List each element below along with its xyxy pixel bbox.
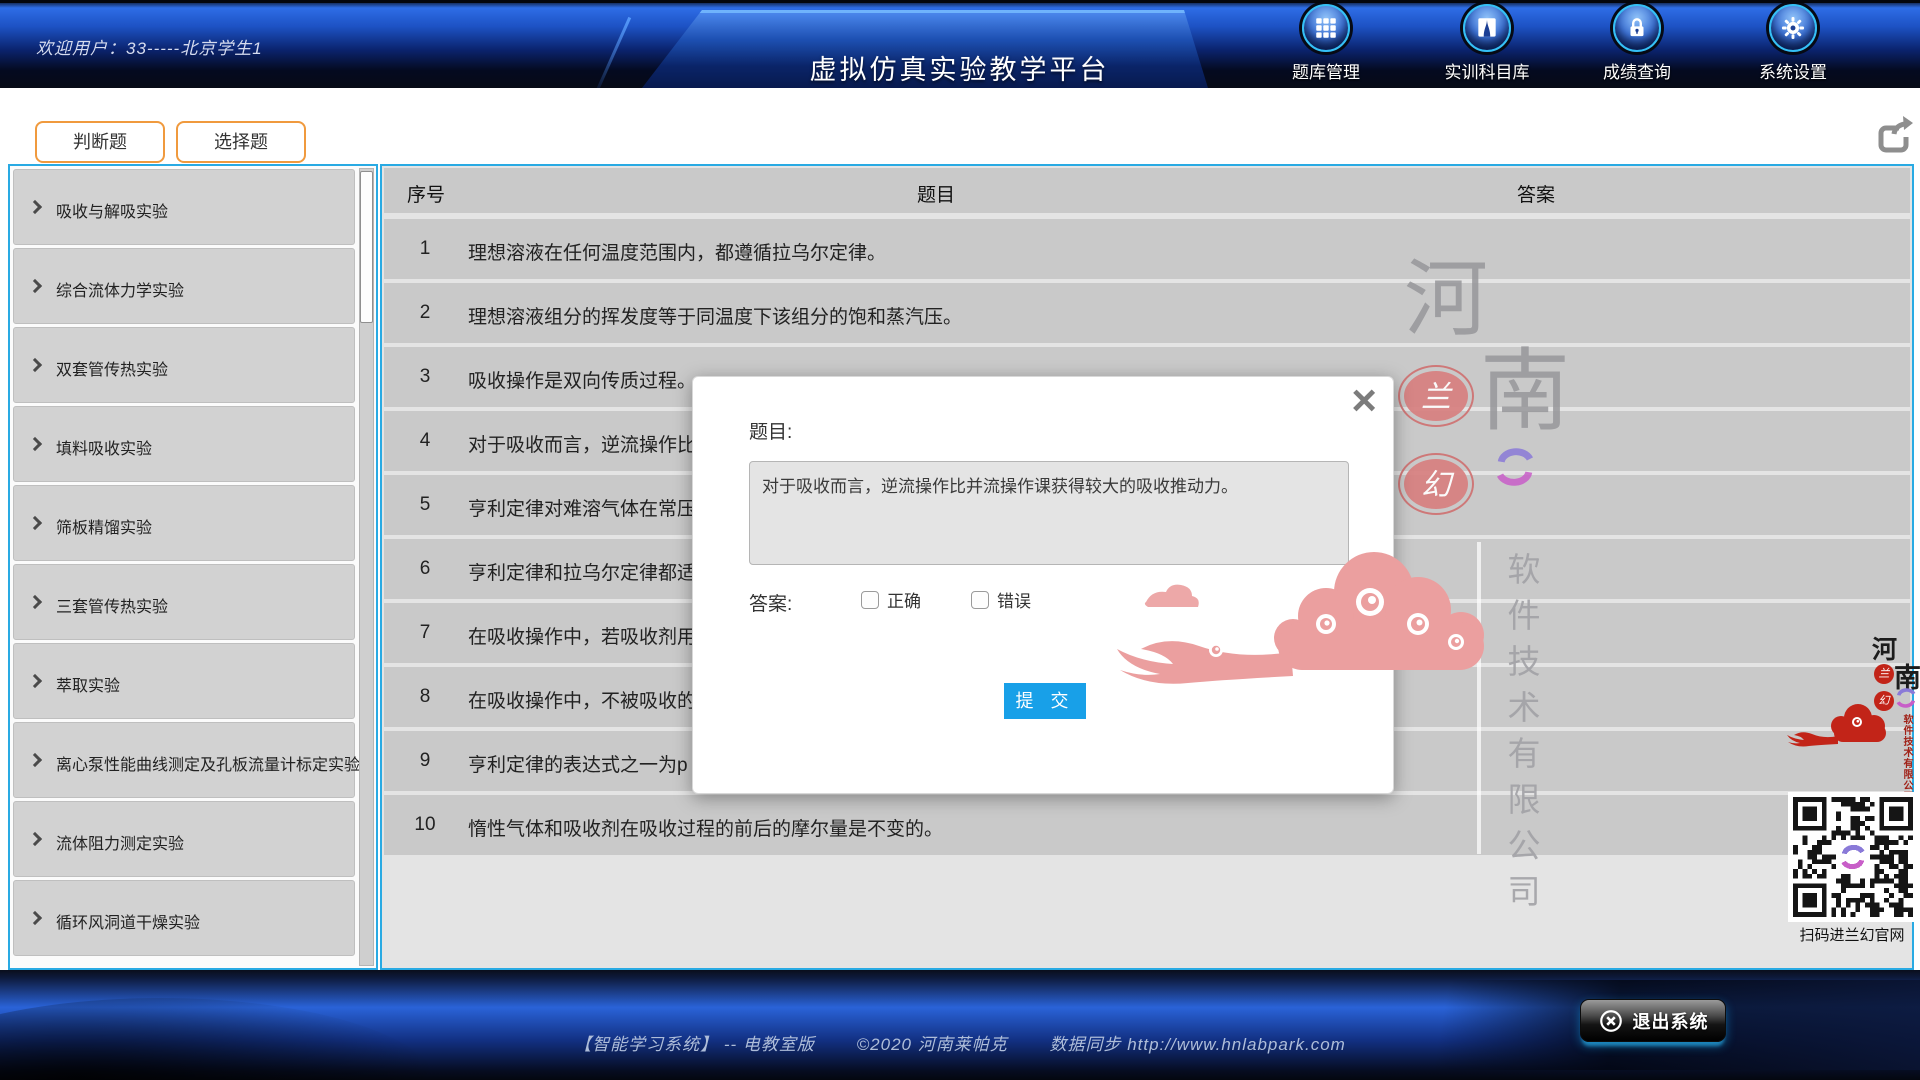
chevron-right-icon [28,674,42,688]
top-header: 欢迎用户：33-----北京学生1 虚拟仿真实验教学平台 题库管理 [0,0,1920,88]
sidebar-item[interactable]: 填料吸收实验 [13,406,355,482]
checkbox-correct[interactable] [861,591,879,609]
nav-label[interactable]: 成绩查询 [1571,58,1703,83]
nav-item-question-bank[interactable]: 题库管理 [1260,4,1392,83]
footer-copyright: ©2020 河南莱帕克 [857,1035,1008,1054]
tab-strip: 判断题 选择题 [0,88,1920,166]
sidebar-item[interactable]: 双套管传热实验 [13,327,355,403]
sidebar-item[interactable]: 综合流体力学实验 [13,248,355,324]
row-number: 8 [384,686,466,708]
row-question-text: 在吸收操作中，若吸收剂用 [468,622,696,649]
footer-system: 【智能学习系统】 -- 电教室版 [574,1035,815,1054]
row-number: 5 [384,494,466,516]
chevron-right-icon [28,200,42,214]
option-wrong[interactable]: 错误 [971,587,1031,612]
qr-caption: 扫码进兰幻官网 [1782,924,1920,945]
nav-item-training-subjects[interactable]: 实训科目库 [1421,4,1553,83]
row-number: 6 [384,558,466,580]
tab-judge-questions[interactable]: 判断题 [35,121,165,163]
row-question-text: 惰性气体和吸收剂在吸收过程的前后的摩尔量是不变的。 [468,814,943,841]
header-slash-decoration [596,17,631,91]
answer-label: 答案: [749,589,792,616]
sidebar-item[interactable]: 筛板精馏实验 [13,485,355,561]
option-correct[interactable]: 正确 [861,587,921,612]
sidebar-scrollbar[interactable] [359,168,374,966]
share-icon[interactable] [1870,112,1916,158]
chevron-right-icon [28,279,42,293]
scrollbar-thumb[interactable] [360,171,373,323]
lock-icon[interactable] [1613,4,1661,52]
bottom-footer: 【智能学习系统】 -- 电教室版 ©2020 河南莱帕克 数据同步 http:/… [0,970,1920,1080]
table-row[interactable]: 10 惰性气体和吸收剂在吸收过程的前后的摩尔量是不变的。 [384,795,1910,855]
submit-button[interactable]: 提 交 [1004,683,1086,719]
row-number: 2 [384,302,466,324]
chevron-right-icon [28,832,42,846]
curtain-icon[interactable] [1463,4,1511,52]
row-question-text: 理想溶液在任何温度范围内，都遵循拉乌尔定律。 [468,238,886,265]
chevron-right-icon [28,911,42,925]
title-banner: 虚拟仿真实验教学平台 [642,10,1227,88]
table-header: 序号 题目 答案 [384,168,1910,213]
nav-item-system-settings[interactable]: 系统设置 [1727,4,1859,83]
banner-shine [693,10,1194,13]
nav-item-score-query[interactable]: 成绩查询 [1571,4,1703,83]
row-question-text: 亨利定律和拉乌尔定律都适 [468,558,696,585]
exit-label: 退出系统 [1633,1008,1709,1034]
page-title: 虚拟仿真实验教学平台 [712,48,1207,87]
chevron-right-icon [28,358,42,372]
row-question-text: 吸收操作是双向传质过程。 [468,366,696,393]
answer-options: 正确 错误 [861,587,1031,612]
row-number: 7 [384,622,466,644]
checkbox-wrong[interactable] [971,591,989,609]
row-number: 1 [384,238,466,260]
grid-icon[interactable] [1302,4,1350,52]
row-number: 9 [384,750,466,772]
app-window: 欢迎用户：33-----北京学生1 虚拟仿真实验教学平台 题库管理 [0,0,1920,1080]
row-question-text: 亨利定律的表达式之一为p [468,750,688,777]
nav-label[interactable]: 实训科目库 [1421,58,1553,83]
row-number: 10 [384,814,466,836]
nav-label[interactable]: 系统设置 [1727,58,1859,83]
tab-choice-questions[interactable]: 选择题 [176,121,306,163]
gear-icon[interactable] [1769,4,1817,52]
footer-sync: 数据同步 http://www.hnlabpark.com [1049,1035,1345,1054]
question-dialog: × 题目: 对于吸收而言，逆流操作比并流操作课获得较大的吸收推动力。 答案: 正… [692,376,1394,794]
col-header-answer: 答案 [1517,180,1555,207]
question-label: 题目: [749,417,792,444]
sidebar-item[interactable]: 流体阻力测定实验 [13,801,355,877]
table-row[interactable]: 1 理想溶液在任何温度范围内，都遵循拉乌尔定律。 [384,219,1910,279]
chevron-right-icon [28,437,42,451]
close-icon[interactable]: × [1351,379,1377,423]
row-number: 3 [384,366,466,388]
row-question-text: 理想溶液组分的挥发度等于同温度下该组分的饱和蒸汽压。 [468,302,962,329]
chevron-right-icon [28,753,42,767]
col-header-no: 序号 [407,180,445,207]
question-textarea[interactable]: 对于吸收而言，逆流操作比并流操作课获得较大的吸收推动力。 [749,461,1349,565]
table-row[interactable]: 2 理想溶液组分的挥发度等于同温度下该组分的饱和蒸汽压。 [384,283,1910,343]
row-question-text: 亨利定律对难溶气体在常压 [468,494,696,521]
sidebar-item[interactable]: 萃取实验 [13,643,355,719]
exit-system-button[interactable]: 退出系统 [1580,999,1726,1042]
sidebar-item[interactable]: 离心泵性能曲线测定及孔板流量计标定实验 [13,722,355,798]
sidebar-item[interactable]: 三套管传热实验 [13,564,355,640]
sidebar-list: 吸收与解吸实验 综合流体力学实验 双套管传热实验 填料吸收实验 筛板精馏实验 三… [13,169,355,959]
chevron-right-icon [28,595,42,609]
row-question-text: 在吸收操作中，不被吸收的 [468,686,696,713]
row-question-text: 对于吸收而言，逆流操作比 [468,430,696,457]
row-number: 4 [384,430,466,452]
experiment-sidebar: 吸收与解吸实验 综合流体力学实验 双套管传热实验 填料吸收实验 筛板精馏实验 三… [8,164,378,970]
exit-x-icon [1598,1008,1624,1034]
chevron-right-icon [28,516,42,530]
welcome-user-text: 欢迎用户：33-----北京学生1 [36,34,263,59]
col-header-title: 题目 [917,180,955,207]
qr-code [1788,792,1918,922]
sidebar-item[interactable]: 循环风洞道干燥实验 [13,880,355,956]
sidebar-item[interactable]: 吸收与解吸实验 [13,169,355,245]
nav-label[interactable]: 题库管理 [1260,58,1392,83]
